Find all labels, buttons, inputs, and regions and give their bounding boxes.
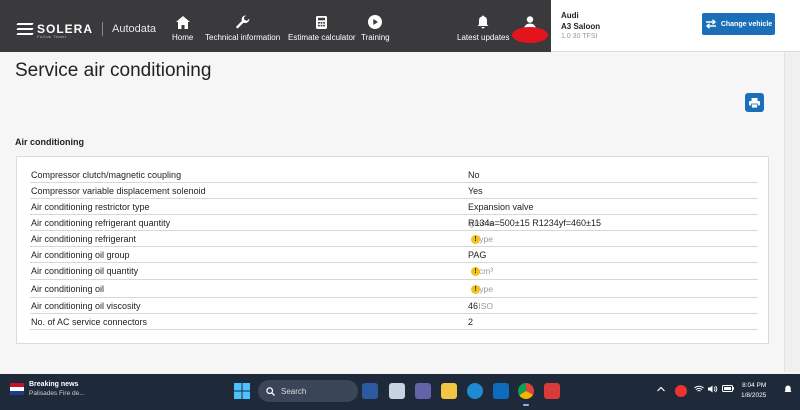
table-row: No. of AC service connectors 2 (30, 314, 758, 330)
row-value: 46 (468, 301, 479, 311)
windows-start-icon[interactable] (234, 383, 250, 399)
solera-logo-mark (16, 23, 34, 35)
wifi-icon[interactable] (694, 385, 704, 395)
section-title: Air conditioning (15, 137, 84, 147)
row-label: Compressor clutch/magnetic coupling (31, 170, 182, 180)
change-vehicle-button[interactable]: Change vehicle (702, 13, 775, 35)
brand-tagline: Follow Teamt (37, 34, 67, 39)
play-icon (368, 14, 383, 30)
home-icon (175, 14, 190, 30)
row-label: Air conditioning refrigerant (31, 234, 137, 244)
change-vehicle-label: Change vehicle (720, 20, 773, 28)
clock-time: 8:04 PM (742, 382, 767, 389)
row-label: No. of AC service connectors (31, 317, 148, 327)
redaction-mark (512, 27, 548, 43)
vehicle-make: Audi (561, 11, 579, 20)
vehicle-model: A3 Saloon (561, 22, 601, 31)
row-label: Compressor variable displacement solenoi… (31, 186, 206, 196)
table-row: Compressor variable displacement solenoi… (30, 183, 758, 199)
nav-home[interactable]: Home (172, 14, 193, 42)
top-navigation-bar: SOLERA Follow Teamt Autodata Home Techni… (0, 0, 800, 52)
table-row: Air conditioning oil viscosity ISO 46 (30, 298, 758, 314)
nav-training-label: Training (361, 33, 390, 42)
vehicle-engine: 1.0 30 TFSI (561, 33, 598, 40)
row-unit: cm³ (478, 266, 493, 276)
table-row: Air conditioning oil group PAG (30, 247, 758, 263)
print-button[interactable] (745, 93, 764, 112)
logo-divider (102, 22, 104, 36)
row-value: Expansion valve (468, 202, 534, 212)
row-value: R134a=500±15 R1234yf=460±15 (468, 218, 601, 228)
notification-app-icon[interactable] (675, 385, 687, 397)
row-label: Air conditioning restrictor type (31, 202, 150, 212)
battery-icon[interactable] (722, 385, 734, 394)
swap-arrows-icon (705, 19, 716, 29)
bell-icon (477, 14, 489, 30)
row-label: Air conditioning refrigerant quantity (31, 218, 171, 228)
row-value: 2 (468, 317, 474, 327)
speaker-icon[interactable] (708, 385, 718, 395)
widget-icon[interactable] (362, 383, 378, 399)
printer-icon (749, 97, 760, 108)
taskbar-search[interactable]: Search (258, 380, 358, 402)
warning-icon[interactable]: ! (471, 235, 480, 244)
table-row: Air conditioning refrigerant quantity gr… (30, 215, 758, 231)
news-widget[interactable]: Breaking news Palisades Fire de... (10, 381, 85, 397)
nav-training[interactable]: Training (361, 14, 390, 42)
store-icon[interactable] (493, 383, 509, 399)
warning-icon[interactable]: ! (471, 285, 480, 294)
page-scrollbar[interactable] (784, 52, 800, 372)
page-title: Service air conditioning (15, 60, 212, 81)
nav-estimate-label: Estimate calculator (288, 33, 356, 42)
row-label: Air conditioning oil viscosity (31, 301, 141, 311)
clock-date: 1/8/2025 (741, 392, 767, 399)
active-app-indicator (523, 404, 529, 406)
row-value: Yes (468, 186, 483, 196)
table-row: Air conditioning oil Type ! (30, 280, 758, 298)
nav-technical-label: Technical information (205, 33, 281, 42)
table-row: Compressor clutch/magnetic coupling No (30, 167, 758, 183)
chrome-icon[interactable] (518, 383, 534, 399)
solera-autodata-logo[interactable]: SOLERA Follow Teamt Autodata (16, 22, 157, 39)
nav-updates-label: Latest updates (457, 33, 510, 42)
news-title: Breaking news (29, 381, 79, 388)
nav-latest-updates[interactable]: Latest updates (457, 14, 509, 42)
news-subtitle: Palisades Fire de... (29, 390, 85, 397)
teams-icon[interactable] (415, 383, 431, 399)
edge-icon[interactable] (467, 383, 483, 399)
nav-estimate-calculator[interactable]: Estimate calculator (288, 14, 356, 42)
system-clock[interactable]: 8:04 PM 1/8/2025 (741, 381, 766, 401)
app-icon[interactable] (544, 383, 560, 399)
row-value: PAG (468, 250, 487, 260)
search-label: Search (281, 386, 307, 396)
spec-table: Compressor clutch/magnetic coupling No C… (16, 156, 769, 344)
table-row: Air conditioning oil quantity cm³ ! (30, 263, 758, 280)
main-content: Service air conditioning Air conditionin… (0, 52, 784, 372)
product-name: Autodata (112, 23, 157, 35)
wrench-icon (235, 14, 250, 30)
chevron-up-icon[interactable] (657, 385, 665, 394)
row-label: Air conditioning oil quantity (31, 266, 139, 276)
table-row: Air conditioning restrictor type Expansi… (30, 199, 758, 215)
file-explorer-icon[interactable] (441, 383, 457, 399)
notification-bell-icon[interactable] (784, 385, 792, 396)
vehicle-panel: Audi A3 Saloon 1.0 30 TFSI Change vehicl… (551, 0, 800, 52)
search-icon (266, 386, 275, 396)
row-label: Air conditioning oil (31, 284, 105, 294)
windows-taskbar: Breaking news Palisades Fire de... Searc… (0, 374, 800, 410)
row-value: No (468, 170, 480, 180)
nav-technical-information[interactable]: Technical information (205, 14, 280, 42)
table-row: Air conditioning refrigerant Type ! (30, 231, 758, 247)
calculator-icon (316, 14, 328, 30)
task-view-icon[interactable] (389, 383, 405, 399)
row-unit: ISO (478, 301, 493, 311)
nav-home-label: Home (172, 33, 194, 42)
row-label: Air conditioning oil group (31, 250, 130, 260)
flag-icon (10, 383, 24, 395)
warning-icon[interactable]: ! (471, 267, 480, 276)
